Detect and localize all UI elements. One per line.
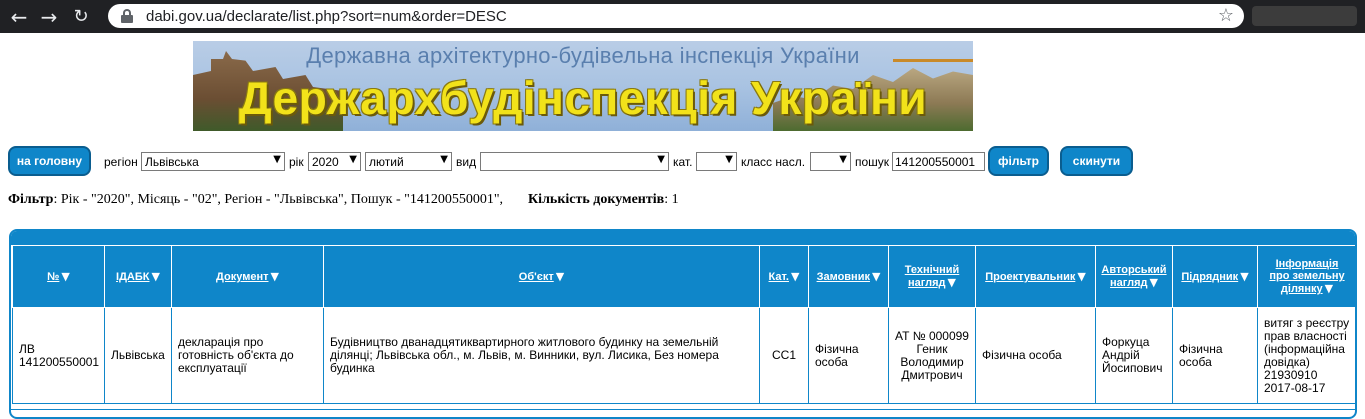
address-bar[interactable]: dabi.gov.ua/declarate/list.php?sort=num&… [108,4,1244,28]
sort-triangle-icon[interactable]: ▼ [1150,276,1158,289]
table-header-row: № ▼ ІДАБК ▼ Документ ▼ Об'єкт ▼ Кат. ▼ Замовник ▼ Те… [12,245,1355,308]
column-header-link[interactable]: нагляд [908,277,945,289]
cell-author-supervision: Форкуца Андрій Йосипович [1095,307,1173,404]
month-select-value: лютий [369,154,404,169]
cat-label: кат. [673,155,693,169]
column-header-contractor[interactable]: Підрядник ▼ [1172,245,1258,308]
year-select[interactable]: 2020 ▼ [308,152,361,171]
class-label: класс насл. [741,155,806,169]
column-header-idabk[interactable]: ІДАБК ▼ [104,245,172,308]
back-arrow-icon[interactable]: ← [6,4,32,30]
reload-icon[interactable]: ↻ [68,4,94,30]
column-header-land-info[interactable]: Інформація про земельну ділянку ▼ [1257,245,1355,308]
banner-title: Держархбудінспекція України [238,72,928,124]
filter-summary: Фільтр: Рік - "2020", Місяць - "02", Рег… [8,192,679,208]
month-select[interactable]: лютий ▼ [365,152,452,171]
extensions-area [1252,6,1357,26]
column-header-link[interactable]: про земельну [1269,270,1344,282]
class-select[interactable]: ▼ [810,152,851,171]
dropdown-arrow-icon: ▼ [349,154,357,165]
table-bottom-strip [11,409,1355,417]
region-label: регіон [104,155,138,169]
home-button[interactable]: на головну [8,146,91,176]
column-header-cat[interactable]: Кат. ▼ [759,245,809,308]
column-header-object[interactable]: Об'єкт ▼ [323,245,760,308]
column-header-num[interactable]: № ▼ [12,245,105,308]
column-header-link[interactable]: ділянку [1281,283,1323,295]
column-header-link[interactable]: Кат. [769,271,789,283]
column-header-link[interactable]: Технічний [905,264,960,276]
region-select[interactable]: Львівська ▼ [141,152,285,171]
filter-summary-label: Фільтр [8,192,54,207]
results-table: № ▼ ІДАБК ▼ Документ ▼ Об'єкт ▼ Кат. ▼ Замовник ▼ Те… [12,245,1355,404]
forward-arrow-icon[interactable]: → [36,4,62,30]
column-header-link[interactable]: Інформація [1276,258,1339,270]
dropdown-arrow-icon: ▼ [839,154,847,165]
column-header-link[interactable]: Документ [216,271,268,283]
star-icon[interactable]: ☆ [1218,5,1234,26]
column-header-link[interactable]: Об'єкт [519,271,554,283]
type-label: вид [456,155,477,169]
sort-triangle-icon[interactable]: ▼ [1325,282,1333,295]
column-header-link[interactable]: Підрядник [1181,271,1238,283]
sort-triangle-icon[interactable]: ▼ [61,270,69,283]
dropdown-arrow-icon: ▼ [273,154,281,165]
table-body: ЛВ 141200550001 Львівська декларація про г… [12,307,1355,404]
column-header-link[interactable]: Проектувальник [985,271,1075,283]
count-text: : 1 [664,192,679,207]
sort-triangle-icon[interactable]: ▼ [152,270,160,283]
cell-num: ЛВ 141200550001 [12,307,105,404]
filter-summary-text: : Рік - "2020", Місяць - "02", Регіон - … [53,192,504,207]
table-row: ЛВ 141200550001 Львівська декларація про г… [12,307,1355,404]
cell-customer: Фізична особа [808,307,889,404]
column-header-link[interactable]: Замовник [817,271,870,283]
cell-cat: СС1 [759,307,809,404]
type-select[interactable]: ▼ [480,152,669,171]
declarations-table: № ▼ ІДАБК ▼ Документ ▼ Об'єкт ▼ Кат. ▼ Замовник ▼ Те… [9,229,1357,419]
cell-idabk: Львівська [104,307,172,404]
column-header-designer[interactable]: Проектувальник ▼ [975,245,1096,308]
column-header-link[interactable]: № [47,271,59,283]
sort-triangle-icon[interactable]: ▼ [556,270,564,283]
count-label: Кількість документів [528,192,665,207]
banner-subtitle: Державна архітектурно-будівельна інспекц… [306,43,860,68]
year-label: рік [289,155,304,169]
sort-triangle-icon[interactable]: ▼ [872,270,880,283]
site-banner: Державна архітектурно-будівельна інспекц… [193,41,973,131]
column-header-author-supervision[interactable]: Авторський нагляд ▼ [1095,245,1173,308]
sort-triangle-icon[interactable]: ▼ [1077,270,1085,283]
filter-button[interactable]: фільтр [988,146,1049,176]
column-header-link[interactable]: нагляд [1110,277,1147,289]
lock-icon[interactable] [120,8,134,24]
table-top-bar [11,231,1355,245]
cell-designer: Фізична особа [975,307,1096,404]
browser-toolbar: ← → ↻ dabi.gov.ua/declarate/list.php?sor… [0,0,1365,33]
column-header-customer[interactable]: Замовник ▼ [808,245,889,308]
column-header-tech-supervision[interactable]: Технічний нагляд ▼ [888,245,976,308]
sort-triangle-icon[interactable]: ▼ [948,276,956,289]
sort-triangle-icon[interactable]: ▼ [791,270,799,283]
column-header-link[interactable]: Авторський [1101,264,1166,276]
sort-triangle-icon[interactable]: ▼ [271,270,279,283]
cell-document: декларація про готовність об'єкта до екс… [171,307,324,404]
column-header-document[interactable]: Документ ▼ [171,245,324,308]
dropdown-arrow-icon: ▼ [657,154,665,165]
dropdown-arrow-icon: ▼ [440,154,448,165]
dropdown-arrow-icon: ▼ [725,154,733,165]
cat-select[interactable]: ▼ [696,152,737,171]
reset-button[interactable]: скинути [1060,146,1133,176]
url-text[interactable]: dabi.gov.ua/declarate/list.php?sort=num&… [146,8,507,25]
column-header-link[interactable]: ІДАБК [116,271,149,283]
year-select-value: 2020 [312,154,339,169]
region-select-value: Львівська [145,154,199,169]
sort-triangle-icon[interactable]: ▼ [1240,270,1248,283]
cell-land-info: витяг з реєстру прав власності (інформац… [1257,307,1355,404]
cell-tech-supervision: АТ № 000099 Геник Володимир Дмитрович [888,307,976,404]
cell-object: Будівництво дванадцятиквартирного житлов… [323,307,760,404]
search-label: пошук [855,155,890,169]
filter-bar: на головну регіон Львівська ▼ рік 2020 ▼… [8,146,1358,178]
cell-contractor: Фізична особа [1172,307,1258,404]
search-input[interactable]: 141200550001 [892,152,985,171]
